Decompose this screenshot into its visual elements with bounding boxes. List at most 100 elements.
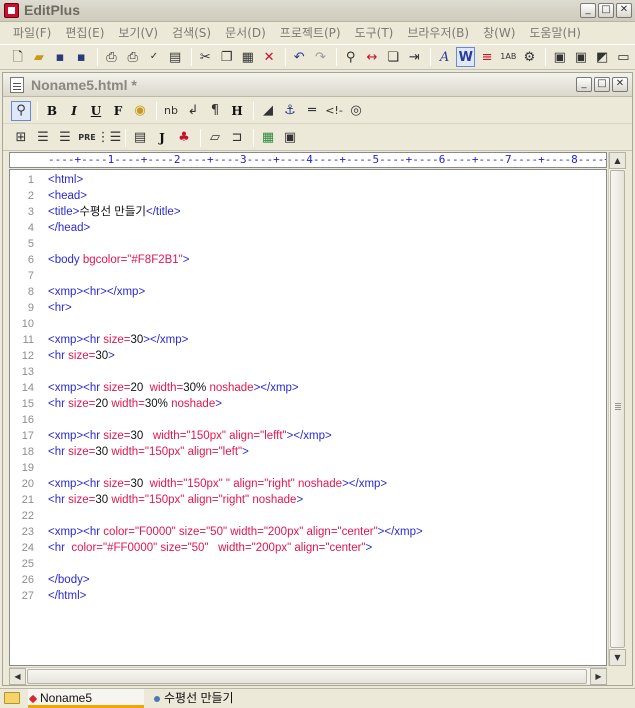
folder-icon[interactable]	[4, 692, 20, 704]
doc-maximize-icon[interactable]: □	[594, 77, 610, 92]
minimize-icon[interactable]: _	[580, 3, 596, 18]
break-icon[interactable]: ↲	[183, 101, 203, 121]
list-icon[interactable]: ⋮☰	[97, 128, 122, 148]
menu-project[interactable]: 프로젝트(P)	[273, 24, 348, 41]
open-folder-icon[interactable]: ▰	[29, 47, 48, 67]
code-line[interactable]: 19	[10, 460, 606, 476]
script-icon[interactable]: ▤	[130, 128, 150, 148]
delete-icon[interactable]: ✕	[259, 47, 278, 67]
save-all-icon[interactable]: ▪	[72, 47, 91, 67]
code-line[interactable]: 4 </head>	[10, 220, 606, 236]
code-line[interactable]: 18 <hr size=30 width="150px" align="left"…	[10, 444, 606, 460]
redo-icon[interactable]: ↷	[311, 47, 330, 67]
java-icon[interactable]: J	[152, 128, 172, 148]
save-icon[interactable]: ▪	[50, 47, 69, 67]
font-icon[interactable]: A	[435, 47, 454, 67]
menu-file[interactable]: 파일(F)	[6, 24, 58, 41]
code-line[interactable]: 1 <html>	[10, 172, 606, 188]
indent-icon[interactable]: ⇥	[405, 47, 424, 67]
menu-tools[interactable]: 도구(T)	[348, 24, 401, 41]
code-editor[interactable]: 1 <html> 2 <head> 3 <title>수평선 만들기</title> 4 </…	[9, 169, 607, 666]
menu-document[interactable]: 문서(D)	[218, 24, 273, 41]
code-line[interactable]: 16	[10, 412, 606, 428]
code-line[interactable]: 12 <hr size=30>	[10, 348, 606, 364]
quick-view-icon[interactable]: ⚲	[11, 100, 31, 121]
form-icon[interactable]: ▣	[280, 128, 300, 148]
link-icon[interactable]: ⚓	[280, 101, 300, 121]
code-line[interactable]: 7	[10, 268, 606, 284]
code-line[interactable]: 9 <hr>	[10, 300, 606, 316]
doc-close-icon[interactable]: ✕	[612, 77, 628, 92]
paragraph-icon[interactable]: ¶	[205, 101, 225, 121]
window-icon[interactable]: ◩	[593, 47, 612, 67]
heading-icon[interactable]: H	[227, 101, 247, 121]
spellcheck-icon[interactable]: ✓	[144, 47, 163, 67]
font-tag-icon[interactable]: F	[108, 101, 128, 121]
code-line[interactable]: 25	[10, 556, 606, 572]
italic-icon[interactable]: I	[64, 101, 84, 121]
bold-icon[interactable]: B	[42, 101, 62, 121]
code-line[interactable]: 17 <xmp><hr size=30 width="150px" align="…	[10, 428, 606, 444]
print-icon[interactable]: ⎙	[123, 47, 142, 67]
menu-view[interactable]: 보기(V)	[111, 24, 165, 41]
copy-icon[interactable]: ❐	[217, 47, 236, 67]
color-picker-icon[interactable]: ◉	[130, 101, 150, 121]
monitor-icon[interactable]: ▭	[614, 47, 633, 67]
copy-file-icon[interactable]: ❏	[384, 47, 403, 67]
scroll-down-icon[interactable]: ▼	[609, 649, 626, 666]
code-line[interactable]: 24 <hr color="#FF0000" size="50" width="2…	[10, 540, 606, 556]
clipboard-history-icon[interactable]: ▤	[166, 47, 185, 67]
settings-icon[interactable]: ⚙	[520, 47, 539, 67]
scroll-left-icon[interactable]: ◀	[9, 668, 26, 685]
code-line[interactable]: 6 <body bgcolor="#F8F2B1">	[10, 252, 606, 268]
image-icon[interactable]: ◎	[346, 101, 366, 121]
new-file-icon[interactable]: 🗋	[8, 47, 27, 67]
center-icon[interactable]: ☰	[33, 128, 53, 148]
menu-window[interactable]: 창(W)	[476, 24, 522, 41]
code-line[interactable]: 23 <xmp><hr color="F0000" size="50" width…	[10, 524, 606, 540]
vertical-scrollbar[interactable]: ▲ ▼	[608, 152, 626, 666]
code-line[interactable]: 14 <xmp><hr size=20 width=30% noshade></x…	[10, 380, 606, 396]
code-line[interactable]: 13	[10, 364, 606, 380]
color-icon[interactable]: ▦	[258, 128, 278, 148]
code-line[interactable]: 26 </body>	[10, 572, 606, 588]
plugin-icon[interactable]: ♣	[174, 128, 194, 148]
tab-horizontal-line[interactable]: 수평선 만들기	[152, 689, 282, 708]
undo-icon[interactable]: ↶	[290, 47, 309, 67]
maximize-icon[interactable]: □	[598, 3, 614, 18]
menu-help[interactable]: 도움말(H)	[522, 24, 588, 41]
nbsp-icon[interactable]: nb	[161, 101, 181, 121]
find-icon[interactable]: ⚲	[341, 47, 360, 67]
menu-search[interactable]: 검색(S)	[165, 24, 218, 41]
word-wrap-icon[interactable]: W	[456, 47, 476, 67]
code-line[interactable]: 8 <xmp><hr></xmp>	[10, 284, 606, 300]
ruler-icon[interactable]: 1AB	[499, 47, 518, 67]
menu-edit[interactable]: 편집(E)	[58, 24, 111, 41]
cursor-icon[interactable]: ⊐	[227, 128, 247, 148]
close-icon[interactable]: ✕	[616, 3, 632, 18]
code-line[interactable]: 20 <xmp><hr size=30 width="150px" " align…	[10, 476, 606, 492]
page-icon[interactable]: ▣	[571, 47, 590, 67]
code-line[interactable]: 11 <xmp><hr size=30></xmp>	[10, 332, 606, 348]
scroll-right-icon[interactable]: ▶	[590, 668, 607, 685]
doc-minimize-icon[interactable]: _	[576, 77, 592, 92]
align-icon[interactable]: ☰	[55, 128, 75, 148]
view-icon[interactable]: ▣	[550, 47, 569, 67]
menu-browser[interactable]: 브라우저(B)	[400, 24, 476, 41]
horizontal-scroll-thumb[interactable]	[27, 669, 587, 684]
underline-icon[interactable]: U	[86, 101, 106, 121]
pre-icon[interactable]: PRE	[77, 128, 97, 148]
code-line[interactable]: 2 <head>	[10, 188, 606, 204]
code-line[interactable]: 3 <title>수평선 만들기</title>	[10, 204, 606, 220]
code-line[interactable]: 21 <hr size=30 width="150px" align="right…	[10, 492, 606, 508]
table-icon[interactable]: ⊞	[11, 128, 31, 148]
anchor-icon[interactable]: ◢	[258, 101, 278, 121]
cut-icon[interactable]: ✂	[196, 47, 215, 67]
code-line[interactable]: 15 <hr size=20 width=30% noshade>	[10, 396, 606, 412]
line-icon[interactable]: ≡	[477, 47, 496, 67]
scroll-up-icon[interactable]: ▲	[609, 152, 626, 169]
code-line[interactable]: 10	[10, 316, 606, 332]
frame-icon[interactable]: ▱	[205, 128, 225, 148]
code-line[interactable]: 27 </html>	[10, 588, 606, 604]
print-preview-icon[interactable]: ⎙	[102, 47, 121, 67]
